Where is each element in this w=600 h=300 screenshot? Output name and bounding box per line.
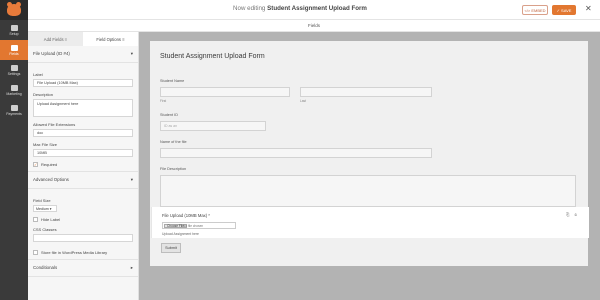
file-name-label: Name of the file <box>160 140 187 144</box>
css-classes-label: CSS Classes <box>33 227 57 232</box>
chevron-right-icon: ▸ <box>130 265 133 270</box>
submit-button[interactable]: Submit <box>161 243 181 253</box>
last-sublabel: Last <box>300 99 307 103</box>
editing-prefix: Now editing <box>233 5 266 12</box>
form-title: Student Assignment Upload Form <box>160 53 265 60</box>
extensions-label: Allowed File Extensions <box>33 122 76 127</box>
advanced-options: Field Size Medium ▾ Hide Label CSS Class… <box>28 189 138 260</box>
max-size-label: Max File Size <box>33 142 58 147</box>
nav-marketing[interactable]: Marketing <box>0 80 28 100</box>
media-library-checkbox[interactable] <box>33 250 38 255</box>
label-input[interactable]: File Upload (10MB Max) <box>33 79 133 87</box>
upload-field-description: Upload Assignment here <box>162 232 199 236</box>
student-id-label: Student ID <box>160 113 178 117</box>
form-name: Student Assignment Upload Form <box>267 5 367 12</box>
fields-header: Fields <box>28 20 600 32</box>
student-name-label: Student Name <box>160 79 185 83</box>
save-button[interactable]: ✓ SAVE <box>552 5 576 15</box>
field-action-icons[interactable]: ⎘ ⊗ <box>566 212 579 217</box>
basic-options: Label File Upload (10MB Max) Description… <box>28 63 138 172</box>
advanced-title: Advanced Options <box>33 177 69 182</box>
file-upload-field-selected[interactable]: File Upload (10MB Max) * ⎘ ⊗ Choose File… <box>151 207 589 238</box>
left-nav: Setup Fields Settings Marketing Payments <box>0 20 28 300</box>
required-checkbox[interactable]: ✓ <box>33 162 38 167</box>
fields-icon <box>10 44 18 51</box>
conditionals-title: Conditionals <box>33 265 58 270</box>
panel-tabs: Add Fields ≡ Field Options ≡ <box>28 32 138 46</box>
nav-setup-label: Setup <box>9 31 19 36</box>
first-sublabel: First <box>160 99 167 103</box>
hide-label-checkbox[interactable] <box>33 217 38 222</box>
form-preview: Student Assignment Upload Form Student N… <box>139 32 600 300</box>
first-name-input[interactable] <box>160 87 290 97</box>
nav-payments[interactable]: Payments <box>0 100 28 120</box>
nav-settings-label: Settings <box>7 71 21 76</box>
embed-button[interactable]: </> EMBED <box>522 5 548 15</box>
megaphone-icon <box>10 84 18 91</box>
nav-marketing-label: Marketing <box>6 91 22 96</box>
close-icon[interactable]: ✕ <box>585 4 592 13</box>
media-library-row[interactable]: Store file in WordPress Media Library <box>33 250 133 255</box>
dollar-icon <box>10 104 18 111</box>
file-upload-section-header[interactable]: File Upload (ID #4) ▾ <box>28 46 138 63</box>
file-name-input[interactable] <box>160 148 432 158</box>
page-title: Now editing Student Assignment Upload Fo… <box>0 5 600 12</box>
required-row[interactable]: ✓ Required <box>33 162 133 167</box>
conditionals-section-header[interactable]: Conditionals ▸ <box>28 260 138 277</box>
hide-label-row[interactable]: Hide Label <box>33 217 133 222</box>
no-file-text: No file chosen <box>183 224 204 228</box>
label-field-label: Label <box>33 72 43 77</box>
nav-fields[interactable]: Fields <box>0 40 28 60</box>
css-classes-input[interactable] <box>33 234 133 242</box>
nav-setup[interactable]: Setup <box>0 20 28 40</box>
chevron-down-icon: ▾ <box>130 177 133 182</box>
chevron-down-icon: ▾ <box>130 51 133 56</box>
required-label: Required <box>41 162 58 167</box>
advanced-section-header[interactable]: Advanced Options ▾ <box>28 172 138 189</box>
extensions-input[interactable]: doc <box>33 129 133 137</box>
gear-icon <box>10 24 18 31</box>
nav-fields-label: Fields <box>9 51 19 56</box>
section-title: File Upload (ID #4) <box>33 51 70 56</box>
hide-label-label: Hide Label <box>41 217 61 222</box>
nav-payments-label: Payments <box>6 111 22 116</box>
last-name-input[interactable] <box>300 87 432 97</box>
media-library-label: Store file in WordPress Media Library <box>41 250 108 255</box>
field-size-select[interactable]: Medium ▾ <box>33 205 57 212</box>
description-textarea[interactable]: Upload Assignment here <box>33 99 133 117</box>
field-options-panel: Add Fields ≡ Field Options ≡ File Upload… <box>28 32 139 300</box>
sliders-icon <box>10 64 18 71</box>
nav-settings[interactable]: Settings <box>0 60 28 80</box>
file-input[interactable]: Choose File No file chosen <box>162 222 236 229</box>
tab-add-fields[interactable]: Add Fields ≡ <box>28 32 83 46</box>
tab-field-options[interactable]: Field Options ≡ <box>83 32 138 46</box>
upload-field-label: File Upload (10MB Max) * <box>162 213 210 218</box>
file-description-label: File Description <box>160 167 187 171</box>
file-description-textarea[interactable] <box>160 175 576 207</box>
max-size-input[interactable]: 10MB <box>33 149 133 157</box>
top-bar: Now editing Student Assignment Upload Fo… <box>0 0 600 20</box>
field-size-label: Field Size <box>33 198 51 203</box>
description-label: Description <box>33 92 54 97</box>
student-id-placeholder: ID as an <box>164 124 178 128</box>
